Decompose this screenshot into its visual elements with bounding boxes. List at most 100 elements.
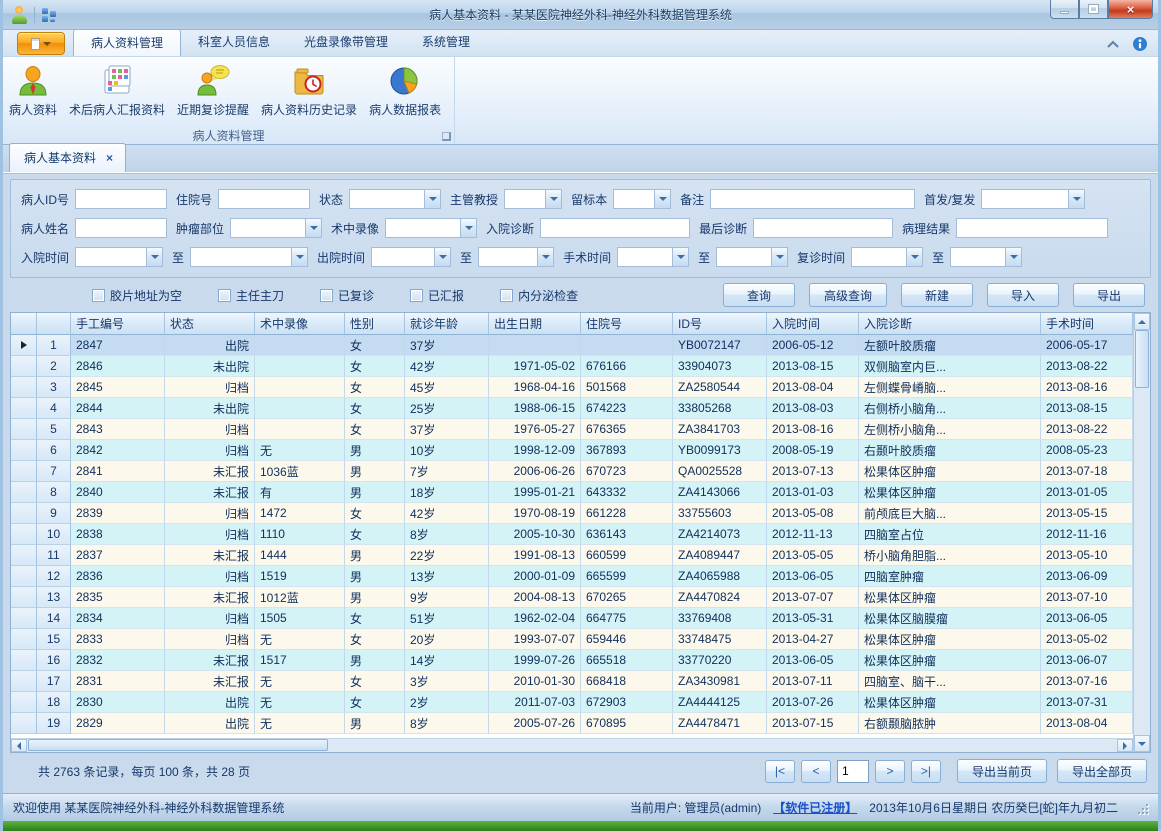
collapse-ribbon-icon[interactable] xyxy=(1106,39,1120,49)
table-row[interactable]: 92839归档1472女42岁1970-08-19661228337556032… xyxy=(11,503,1133,524)
checkbox-icon[interactable] xyxy=(410,289,423,302)
column-header-术中录像[interactable]: 术中录像 xyxy=(255,313,345,335)
chevron-down-icon[interactable] xyxy=(906,247,923,267)
chevron-down-icon[interactable] xyxy=(305,218,322,238)
filter-input-病人ID号[interactable] xyxy=(75,189,167,209)
table-row[interactable]: 132835未汇报1012蓝男9岁2004-08-13670265ZA44708… xyxy=(11,587,1133,608)
filter-combo-至[interactable] xyxy=(716,247,788,267)
filter-input-住院号[interactable] xyxy=(218,189,310,209)
horizontal-scrollbar[interactable] xyxy=(11,738,1133,752)
table-row[interactable]: 52843归档女37岁1976-05-27676365ZA38417032013… xyxy=(11,419,1133,440)
dialog-launcher-icon[interactable] xyxy=(442,132,451,141)
column-header-入院诊断[interactable]: 入院诊断 xyxy=(859,313,1041,335)
column-header-性别[interactable]: 性别 xyxy=(345,313,405,335)
table-row[interactable]: 122836归档1519男13岁2000-01-09665599ZA406598… xyxy=(11,566,1133,587)
filter-combo-至[interactable] xyxy=(190,247,308,267)
table-row[interactable]: 172831未汇报无女3岁2010-01-30668418ZA343098120… xyxy=(11,671,1133,692)
last-page-button[interactable]: >| xyxy=(911,760,941,783)
column-header-入院时间[interactable]: 入院时间 xyxy=(767,313,859,335)
checkbox-icon[interactable] xyxy=(92,289,105,302)
scroll-left-icon[interactable] xyxy=(11,739,27,752)
chevron-down-icon[interactable] xyxy=(434,247,451,267)
table-row[interactable]: 102838归档1110女8岁2005-10-30636143ZA4214073… xyxy=(11,524,1133,545)
resize-grip[interactable] xyxy=(1136,802,1148,814)
ribbon-button-术后病人汇报资料[interactable]: 术后病人汇报资料 xyxy=(63,61,171,120)
table-row[interactable]: 62842归档无男10岁1998-12-09367893YB0099173200… xyxy=(11,440,1133,461)
table-row[interactable]: 112837未汇报1444男22岁1991-08-13660599ZA40894… xyxy=(11,545,1133,566)
chevron-down-icon[interactable] xyxy=(537,247,554,267)
filter-input-病理结果[interactable] xyxy=(956,218,1108,238)
column-header-住院号[interactable]: 住院号 xyxy=(581,313,673,335)
table-row[interactable]: 192829出院无男8岁2005-07-26670895ZA4478471201… xyxy=(11,713,1133,734)
filter-combo-状态[interactable] xyxy=(349,189,441,209)
close-button[interactable]: × xyxy=(1108,0,1153,19)
column-header-出生日期[interactable]: 出生日期 xyxy=(489,313,581,335)
tab-patient-basic-info[interactable]: 病人基本资料 × xyxy=(9,143,126,172)
checkbox-icon[interactable] xyxy=(500,289,513,302)
ribbon-tab-科室人员信息[interactable]: 科室人员信息 xyxy=(181,29,287,56)
action-button-新建[interactable]: 新建 xyxy=(901,283,973,307)
checkbox-主任主刀[interactable]: 主任主刀 xyxy=(218,287,284,304)
filter-combo-入院时间[interactable] xyxy=(75,247,163,267)
table-row[interactable]: 142834归档1505女51岁1962-02-0466477533769408… xyxy=(11,608,1133,629)
vertical-scroll-thumb[interactable] xyxy=(1135,330,1149,388)
filter-input-备注[interactable] xyxy=(710,189,915,209)
ribbon-tab-系统管理[interactable]: 系统管理 xyxy=(405,29,487,56)
column-header-就诊年龄[interactable]: 就诊年龄 xyxy=(405,313,489,335)
chevron-down-icon[interactable] xyxy=(291,247,308,267)
filter-combo-复诊时间[interactable] xyxy=(851,247,923,267)
next-page-button[interactable]: > xyxy=(875,760,905,783)
filter-combo-出院时间[interactable] xyxy=(371,247,451,267)
action-button-导出[interactable]: 导出 xyxy=(1073,283,1145,307)
checkbox-已汇报[interactable]: 已汇报 xyxy=(410,287,464,304)
close-tab-icon[interactable]: × xyxy=(106,153,113,163)
scroll-up-icon[interactable] xyxy=(1134,313,1150,330)
checkbox-icon[interactable] xyxy=(320,289,333,302)
first-page-button[interactable]: |< xyxy=(765,760,795,783)
filter-combo-至[interactable] xyxy=(478,247,554,267)
app-menu-button[interactable] xyxy=(17,32,65,55)
filter-input-最后诊断[interactable] xyxy=(753,218,893,238)
chevron-down-icon[interactable] xyxy=(460,218,477,238)
filter-combo-主管教授[interactable] xyxy=(504,189,562,209)
table-row[interactable]: 22846未出院女42岁1971-05-02676166339040732013… xyxy=(11,356,1133,377)
chevron-down-icon[interactable] xyxy=(146,247,163,267)
info-icon[interactable] xyxy=(1132,36,1148,52)
registered-link[interactable]: 【软件已注册】 xyxy=(773,799,857,816)
chevron-down-icon[interactable] xyxy=(1068,189,1085,209)
column-header-手工编号[interactable]: 手工编号 xyxy=(71,313,165,335)
column-header-状态[interactable]: 状态 xyxy=(165,313,255,335)
chevron-down-icon[interactable] xyxy=(545,189,562,209)
prev-page-button[interactable]: < xyxy=(801,760,831,783)
filter-combo-肿瘤部位[interactable] xyxy=(230,218,322,238)
table-row[interactable]: 32845归档女45岁1968-04-16501568ZA25805442013… xyxy=(11,377,1133,398)
minimize-button[interactable] xyxy=(1050,0,1079,19)
column-header-ID号[interactable]: ID号 xyxy=(673,313,767,335)
chevron-down-icon[interactable] xyxy=(1005,247,1022,267)
action-button-查询[interactable]: 查询 xyxy=(723,283,795,307)
table-row[interactable]: 162832未汇报1517男14岁1999-07-266655183377022… xyxy=(11,650,1133,671)
chevron-down-icon[interactable] xyxy=(424,189,441,209)
filter-combo-首发/复发[interactable] xyxy=(981,189,1085,209)
chevron-down-icon[interactable] xyxy=(654,189,671,209)
ribbon-button-病人数据报表[interactable]: 病人数据报表 xyxy=(363,61,447,120)
table-row[interactable]: 42844未出院女25岁1988-06-15674223338052682013… xyxy=(11,398,1133,419)
table-row[interactable]: 82840未汇报有男18岁1995-01-21643332ZA414306620… xyxy=(11,482,1133,503)
action-button-高级查询[interactable]: 高级查询 xyxy=(809,283,887,307)
export-current-page-button[interactable]: 导出当前页 xyxy=(957,759,1047,783)
ribbon-tab-光盘录像带管理[interactable]: 光盘录像带管理 xyxy=(287,29,405,56)
export-all-pages-button[interactable]: 导出全部页 xyxy=(1057,759,1147,783)
filter-combo-至[interactable] xyxy=(950,247,1022,267)
action-button-导入[interactable]: 导入 xyxy=(987,283,1059,307)
ribbon-button-病人资料[interactable]: 病人资料 xyxy=(3,61,63,120)
filter-combo-留标本[interactable] xyxy=(613,189,671,209)
checkbox-icon[interactable] xyxy=(218,289,231,302)
scroll-down-icon[interactable] xyxy=(1134,735,1150,752)
table-row[interactable]: 12847出院女37岁YB00721472006-05-12左额叶胶质瘤2006… xyxy=(11,335,1133,356)
ribbon-tab-病人资料管理[interactable]: 病人资料管理 xyxy=(73,29,181,56)
page-number-input[interactable] xyxy=(837,760,869,783)
filter-combo-术中录像[interactable] xyxy=(385,218,477,238)
table-row[interactable]: 182830出院无女2岁2011-07-03672903ZA4444125201… xyxy=(11,692,1133,713)
maximize-button[interactable] xyxy=(1079,0,1108,19)
vertical-scrollbar[interactable] xyxy=(1133,313,1150,752)
